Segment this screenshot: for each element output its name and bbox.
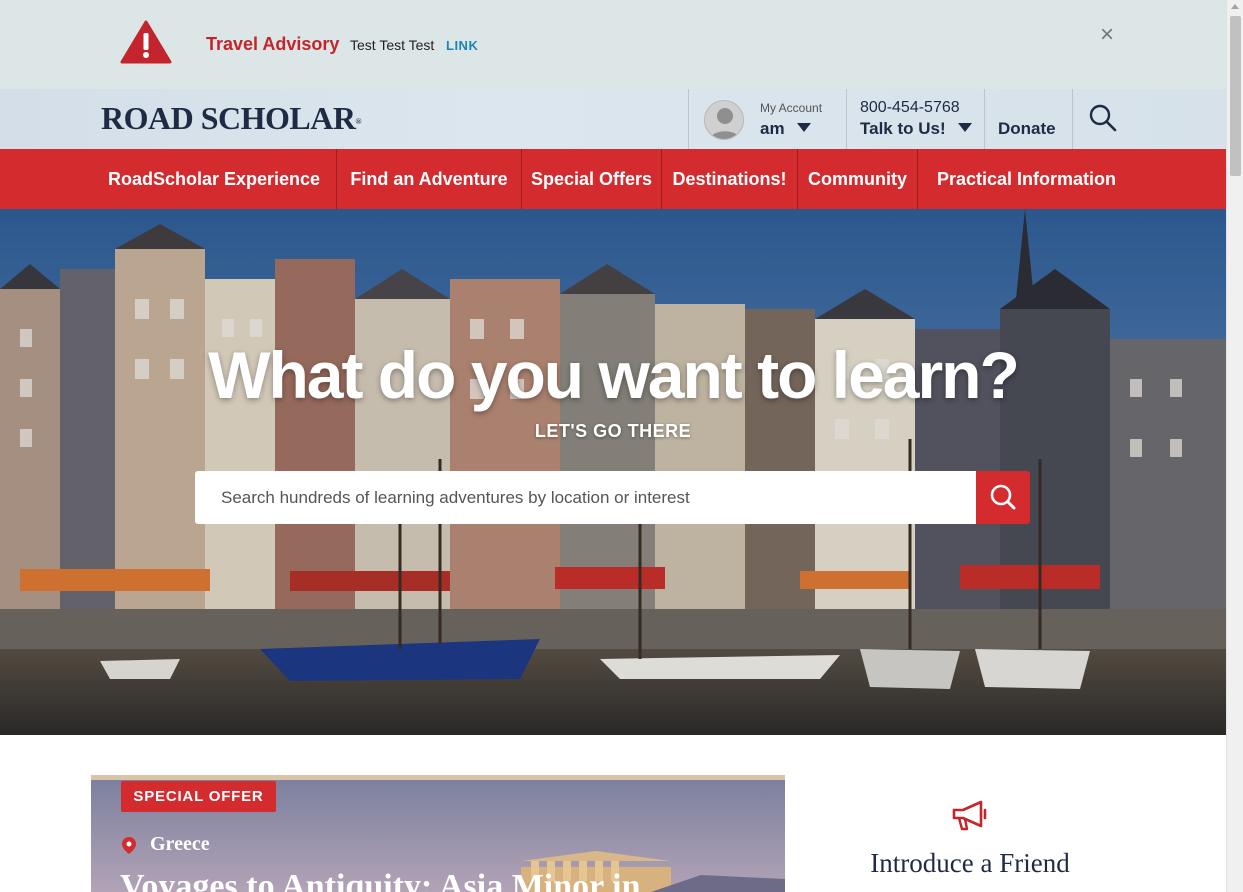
search-input[interactable]: [195, 471, 976, 524]
offer-location: Greece: [150, 833, 210, 855]
search-button[interactable]: [976, 471, 1030, 524]
warning-triangle-icon: [120, 20, 172, 64]
search-icon[interactable]: [1088, 103, 1118, 133]
page: Travel Advisory Test Test Test LINK × RO…: [0, 0, 1226, 892]
advisory-link[interactable]: LINK: [446, 38, 478, 53]
donate-link[interactable]: Donate: [998, 119, 1056, 139]
chevron-down-icon: [957, 123, 972, 133]
search-icon: [990, 484, 1016, 510]
nav-find-an-adventure[interactable]: Find an Adventure: [337, 149, 521, 209]
advisory-title: Travel Advisory: [206, 34, 340, 54]
hero-section: What do you want to learn? LET'S GO THER…: [0, 209, 1226, 735]
site-header: ROAD SCHOLAR® My Account am 800-454-5768…: [0, 89, 1226, 149]
header-divider: [846, 89, 847, 149]
my-account-label: My Account: [760, 101, 823, 115]
hero-search-box: [195, 471, 976, 524]
logo-registered-mark: ®: [355, 117, 361, 126]
header-divider: [688, 89, 689, 149]
scrollbar-thumb[interactable]: [1230, 16, 1241, 176]
megaphone-icon: [952, 800, 987, 831]
special-offer-card[interactable]: SPECIAL OFFER Greece Voyages to Antiquit…: [91, 775, 785, 892]
offer-title[interactable]: Voyages to Antiquity: Asia Minor in: [120, 868, 640, 892]
phone-number[interactable]: 800-454-5768: [860, 99, 960, 117]
hero-title: What do you want to learn?: [208, 338, 1020, 412]
logo-text: ROAD SCHOLAR: [101, 100, 356, 136]
scroll-up-arrow-icon[interactable]: [1231, 4, 1239, 9]
nav-community[interactable]: Community: [798, 149, 917, 209]
main-nav: RoadScholar Experience Find an Adventure…: [0, 149, 1226, 209]
special-offer-badge: SPECIAL OFFER: [121, 781, 276, 812]
user-silhouette-icon: [705, 101, 743, 139]
map-pin-icon: [122, 837, 136, 854]
travel-advisory-banner: Travel Advisory Test Test Test LINK ×: [0, 0, 1226, 89]
nav-roadscholar-experience[interactable]: RoadScholar Experience: [92, 149, 336, 209]
talk-to-us-label: Talk to Us!: [860, 119, 946, 138]
nav-destinations[interactable]: Destinations!: [662, 149, 797, 209]
header-divider: [984, 89, 985, 149]
road-scholar-logo[interactable]: ROAD SCHOLAR®: [101, 100, 362, 136]
close-icon[interactable]: ×: [1096, 22, 1118, 48]
talk-to-us-menu[interactable]: Talk to Us!: [860, 119, 972, 139]
nav-practical-information[interactable]: Practical Information: [918, 149, 1135, 209]
page-scrollbar[interactable]: [1226, 0, 1243, 892]
offer-top-accent: [91, 775, 785, 780]
header-divider: [1072, 89, 1073, 149]
avatar[interactable]: [704, 100, 744, 140]
chevron-down-icon: [796, 123, 811, 133]
account-name: am: [760, 119, 785, 138]
hero-subtitle: LET'S GO THERE: [534, 421, 692, 441]
nav-special-offers[interactable]: Special Offers: [522, 149, 661, 209]
introduce-friend-title[interactable]: Introduce a Friend: [820, 848, 1120, 879]
account-menu[interactable]: am: [760, 119, 811, 139]
advisory-text: Test Test Test: [350, 37, 435, 53]
